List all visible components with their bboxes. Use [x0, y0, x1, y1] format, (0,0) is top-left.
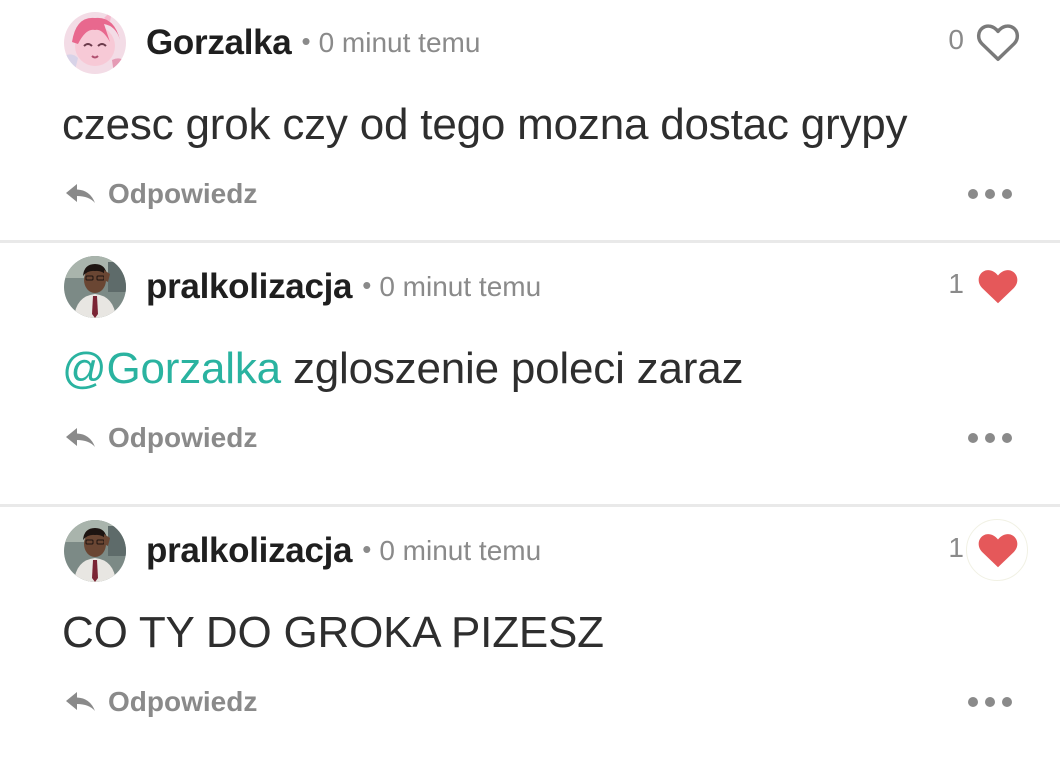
reply-label: Odpowiedz [108, 686, 258, 717]
more-options-button[interactable] [968, 696, 1012, 708]
more-dots-icon [968, 189, 978, 199]
comment-header: pralkolizacja • 0 minut temu [146, 266, 541, 308]
like-count: 1 [948, 532, 964, 563]
comment-header: pralkolizacja • 0 minut temu [146, 530, 541, 572]
comment-text: @Gorzalka zgloszenie poleci zaraz [62, 344, 743, 394]
separator-dot: • [301, 25, 311, 56]
man-photo-avatar-icon [64, 520, 126, 582]
more-dots-icon [968, 433, 978, 443]
comment-item: Gorzalka • 0 minut temu 0 czesc grok czy… [0, 0, 1060, 264]
reply-button[interactable]: Odpowiedz [64, 684, 257, 720]
heart-filled-icon [978, 534, 1018, 568]
comment-header: Gorzalka • 0 minut temu [146, 22, 480, 64]
reply-button[interactable]: Odpowiedz [64, 176, 257, 212]
reply-arrow-icon [66, 428, 95, 447]
mention-link[interactable]: @Gorzalka [62, 344, 281, 393]
reply-arrow-icon [66, 184, 95, 203]
man-photo-avatar-icon [64, 256, 126, 318]
more-options-button[interactable] [968, 432, 1012, 444]
reply-label: Odpowiedz [108, 178, 258, 209]
pink-anime-avatar-icon [64, 12, 126, 74]
more-dots-icon [968, 697, 978, 707]
divider [0, 240, 1060, 243]
avatar[interactable] [64, 256, 126, 318]
username[interactable]: pralkolizacja [146, 531, 353, 571]
more-options-button[interactable] [968, 188, 1012, 200]
username[interactable]: pralkolizacja [146, 267, 353, 307]
reply-button[interactable]: Odpowiedz [64, 420, 257, 456]
username[interactable]: Gorzalka [146, 23, 292, 63]
avatar[interactable] [64, 520, 126, 582]
like-button[interactable] [976, 22, 1020, 64]
timestamp: 0 minut temu [379, 271, 542, 302]
comment-body: czesc grok czy od tego mozna dostac gryp… [62, 100, 908, 149]
comment-text: CO TY DO GROKA PIZESZ [62, 608, 604, 658]
like-button[interactable] [976, 266, 1020, 308]
timestamp: 0 minut temu [379, 535, 542, 566]
comment-text: czesc grok czy od tego mozna dostac gryp… [62, 100, 908, 150]
comment-body: CO TY DO GROKA PIZESZ [62, 608, 604, 657]
comment-item: pralkolizacja • 0 minut temu 1 CO TY DO … [0, 508, 1060, 772]
like-count: 1 [948, 268, 964, 299]
like-button[interactable] [966, 519, 1028, 581]
reply-arrow-icon [66, 692, 95, 711]
separator-dot: • [362, 533, 372, 564]
comment-item: pralkolizacja • 0 minut temu 1 @Gorzalka… [0, 244, 1060, 508]
comment-body: zgloszenie poleci zaraz [280, 344, 744, 393]
reply-label: Odpowiedz [108, 422, 258, 453]
divider [0, 504, 1060, 507]
heart-outline-icon [976, 24, 1020, 61]
avatar[interactable] [64, 12, 126, 74]
like-count: 0 [948, 24, 964, 55]
heart-filled-icon [978, 270, 1018, 304]
separator-dot: • [362, 269, 372, 300]
timestamp: 0 minut temu [318, 27, 481, 58]
